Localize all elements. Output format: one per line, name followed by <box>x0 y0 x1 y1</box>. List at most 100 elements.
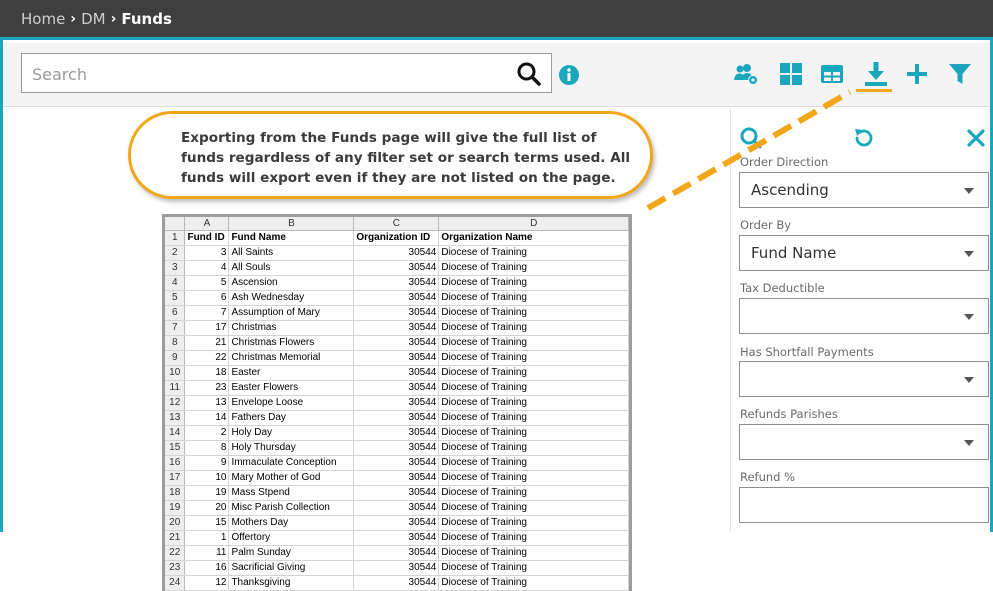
search-icon[interactable] <box>516 61 542 87</box>
row-number[interactable]: 13 <box>165 410 186 426</box>
table-cell[interactable]: 20 <box>184 500 230 516</box>
table-cell[interactable]: 7 <box>184 305 230 321</box>
row-number[interactable]: 16 <box>165 455 186 471</box>
table-cell[interactable]: 8 <box>184 440 230 456</box>
table-cell[interactable]: 30544 <box>353 500 440 516</box>
table-cell[interactable]: 30544 <box>353 545 440 561</box>
table-cell[interactable]: Christmas Flowers <box>228 335 355 351</box>
table-cell[interactable]: 6 <box>184 290 230 306</box>
header-cell[interactable]: Fund ID <box>184 230 230 246</box>
row-number[interactable]: 10 <box>165 365 186 381</box>
column-letter[interactable]: C <box>353 217 440 231</box>
row-number[interactable]: 24 <box>165 575 186 591</box>
breadcrumb-home[interactable]: Home <box>21 10 65 28</box>
reset-icon[interactable] <box>852 126 876 150</box>
table-cell[interactable]: All Saints <box>228 245 355 261</box>
table-cell[interactable]: 5 <box>184 275 230 291</box>
table-cell[interactable]: Mothers Day <box>228 515 355 531</box>
info-icon[interactable] <box>558 64 580 86</box>
table-cell[interactable]: Diocese of Training <box>438 515 629 531</box>
table-cell[interactable]: 18 <box>184 365 230 381</box>
table-cell[interactable]: 30544 <box>353 260 440 276</box>
table-cell[interactable]: Easter <box>228 365 355 381</box>
row-number[interactable]: 1 <box>165 230 186 246</box>
corner-cell[interactable] <box>165 217 186 231</box>
table-cell[interactable]: 14 <box>184 410 230 426</box>
table-cell[interactable]: Misc Parish Collection <box>228 500 355 516</box>
table-cell[interactable]: 30544 <box>353 470 440 486</box>
row-number[interactable]: 12 <box>165 395 186 411</box>
table-cell[interactable]: Diocese of Training <box>438 320 629 336</box>
table-cell[interactable]: 16 <box>184 560 230 576</box>
order-direction-select[interactable]: Ascending <box>739 172 989 208</box>
table-cell[interactable]: Fathers Day <box>228 410 355 426</box>
row-number[interactable]: 6 <box>165 305 186 321</box>
table-cell[interactable]: 4 <box>184 260 230 276</box>
search-input[interactable] <box>32 62 502 86</box>
table-cell[interactable]: 30544 <box>353 530 440 546</box>
table-cell[interactable]: Diocese of Training <box>438 395 629 411</box>
table-cell[interactable]: Diocese of Training <box>438 410 629 426</box>
table-cell[interactable]: Diocese of Training <box>438 545 629 561</box>
row-number[interactable]: 4 <box>165 275 186 291</box>
order-by-select[interactable]: Fund Name <box>739 235 989 271</box>
row-number[interactable]: 20 <box>165 515 186 531</box>
row-number[interactable]: 15 <box>165 440 186 456</box>
table-cell[interactable]: Diocese of Training <box>438 365 629 381</box>
table-cell[interactable]: 21 <box>184 335 230 351</box>
table-cell[interactable]: Diocese of Training <box>438 350 629 366</box>
table-cell[interactable]: 30544 <box>353 380 440 396</box>
row-number[interactable]: 14 <box>165 425 186 441</box>
table-cell[interactable]: Holy Day <box>228 425 355 441</box>
table-cell[interactable]: Holy Thursday <box>228 440 355 456</box>
filter-icon[interactable] <box>947 61 973 87</box>
table-cell[interactable]: Christmas <box>228 320 355 336</box>
table-cell[interactable]: 30544 <box>353 305 440 321</box>
table-cell[interactable]: 12 <box>184 575 230 591</box>
close-icon[interactable] <box>967 129 985 147</box>
table-cell[interactable]: 30544 <box>353 365 440 381</box>
refund-percent-input[interactable] <box>739 487 989 523</box>
table-cell[interactable]: 30544 <box>353 410 440 426</box>
table-cell[interactable]: 30544 <box>353 320 440 336</box>
table-cell[interactable]: Envelope Loose <box>228 395 355 411</box>
table-cell[interactable]: Diocese of Training <box>438 455 629 471</box>
table-cell[interactable]: Diocese of Training <box>438 275 629 291</box>
table-cell[interactable]: Easter Flowers <box>228 380 355 396</box>
table-cell[interactable]: 9 <box>184 455 230 471</box>
row-number[interactable]: 9 <box>165 350 186 366</box>
row-number[interactable]: 18 <box>165 485 186 501</box>
table-cell[interactable]: Diocese of Training <box>438 500 629 516</box>
table-cell[interactable]: Diocese of Training <box>438 380 629 396</box>
column-letter[interactable]: A <box>184 217 230 231</box>
table-cell[interactable]: Diocese of Training <box>438 560 629 576</box>
table-cell[interactable]: Christmas Memorial <box>228 350 355 366</box>
table-cell[interactable]: Diocese of Training <box>438 305 629 321</box>
has-shortfall-select[interactable] <box>739 361 989 397</box>
table-cell[interactable]: Diocese of Training <box>438 335 629 351</box>
table-cell[interactable]: Assumption of Mary <box>228 305 355 321</box>
table-cell[interactable]: Diocese of Training <box>438 425 629 441</box>
row-number[interactable]: 21 <box>165 530 186 546</box>
table-cell[interactable]: Diocese of Training <box>438 290 629 306</box>
row-number[interactable]: 19 <box>165 500 186 516</box>
table-cell[interactable]: 30544 <box>353 275 440 291</box>
table-cell[interactable]: Immaculate Conception <box>228 455 355 471</box>
row-number[interactable]: 7 <box>165 320 186 336</box>
table-cell[interactable]: 30544 <box>353 245 440 261</box>
row-number[interactable]: 11 <box>165 380 186 396</box>
table-cell[interactable]: 13 <box>184 395 230 411</box>
table-cell[interactable]: 30544 <box>353 335 440 351</box>
search-icon[interactable] <box>739 126 763 152</box>
row-number[interactable]: 5 <box>165 290 186 306</box>
row-number[interactable]: 8 <box>165 335 186 351</box>
table-cell[interactable]: 30544 <box>353 560 440 576</box>
table-cell[interactable]: Diocese of Training <box>438 260 629 276</box>
header-cell[interactable]: Organization Name <box>438 230 629 246</box>
table-cell[interactable]: 30544 <box>353 455 440 471</box>
table-cell[interactable]: 30544 <box>353 440 440 456</box>
table-cell[interactable]: Mass Stpend <box>228 485 355 501</box>
table-cell[interactable]: 30544 <box>353 425 440 441</box>
table-cell[interactable]: 30544 <box>353 485 440 501</box>
table-cell[interactable]: Palm Sunday <box>228 545 355 561</box>
